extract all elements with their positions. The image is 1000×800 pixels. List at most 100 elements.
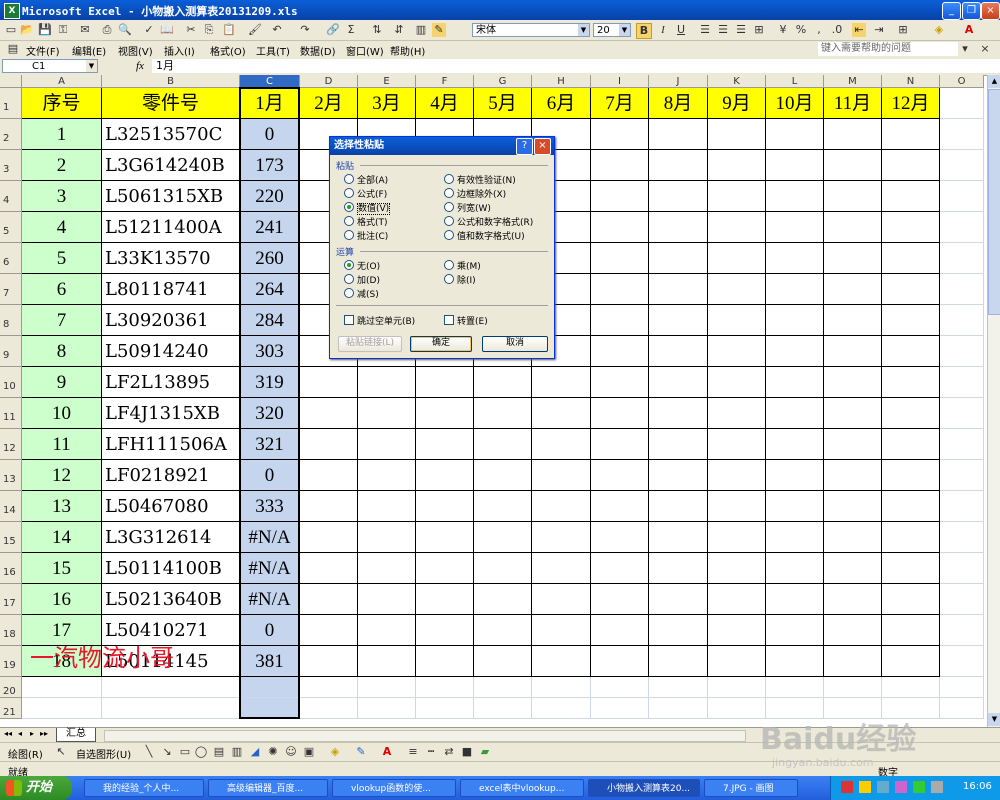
column-header-l[interactable]: L [766,75,824,88]
grid-cell[interactable] [102,677,240,698]
grid-cell[interactable] [102,698,240,719]
grid-cell[interactable] [591,698,649,719]
grid-cell[interactable] [358,553,416,584]
seq-cell[interactable]: 16 [22,584,102,615]
format-painter-icon[interactable]: 🖌 [248,23,262,37]
column-header-m[interactable]: M [824,75,882,88]
grid-cell[interactable] [940,553,984,584]
grid-cell[interactable] [766,677,824,698]
radio-paste-values[interactable]: 数值(V) [344,201,391,215]
grid-cell[interactable] [358,491,416,522]
grid-cell[interactable] [474,429,532,460]
column-header-g[interactable]: G [474,75,532,88]
header-cell[interactable]: 零件号 [102,88,240,119]
grid-cell[interactable] [708,460,766,491]
grid-cell[interactable] [940,522,984,553]
grid-cell[interactable] [882,243,940,274]
grid-cell[interactable] [591,274,649,305]
seq-cell[interactable]: 10 [22,398,102,429]
seq-cell[interactable]: 12 [22,460,102,491]
grid-cell[interactable] [649,367,708,398]
grid-cell[interactable] [649,615,708,646]
menu-format[interactable]: 格式(O) [210,43,246,58]
grid-cell[interactable] [708,212,766,243]
jan-value-cell[interactable]: #N/A [240,522,300,553]
grid-cell[interactable] [474,553,532,584]
grid-cell[interactable] [591,677,649,698]
grid-cell[interactable] [591,429,649,460]
sheet-tab-summary[interactable]: 汇总 [56,728,96,742]
grid-cell[interactable] [416,429,474,460]
save-icon[interactable]: 💾 [38,23,52,37]
ok-button[interactable]: 确定 [410,336,472,352]
grid-cell[interactable] [474,398,532,429]
grid-cell[interactable] [416,698,474,719]
print-preview-icon[interactable]: 🔍 [118,23,132,37]
last-sheet-icon[interactable]: ▸▸ [40,729,48,738]
task-item[interactable]: 我的经验_个人中... [84,779,204,797]
grid-cell[interactable] [649,212,708,243]
seq-cell[interactable]: 5 [22,243,102,274]
seq-cell[interactable]: 9 [22,367,102,398]
grid-cell[interactable] [824,522,882,553]
grid-cell[interactable] [824,615,882,646]
part-number-cell[interactable]: LF2L13895 [102,367,240,398]
grid-cell[interactable] [708,398,766,429]
grid-cell[interactable] [358,677,416,698]
grid-cell[interactable] [708,646,766,677]
row-header[interactable]: 14 [0,491,22,522]
radio-paste-formulas-number-formats[interactable]: 公式和数字格式(R) [444,215,533,228]
grid-cell[interactable] [766,615,824,646]
grid-cell[interactable] [882,491,940,522]
radio-paste-validation[interactable]: 有效性验证(N) [444,173,516,186]
borders-icon[interactable]: ⊞ [896,23,910,37]
increase-indent-icon[interactable]: ⇥ [872,23,886,37]
jan-value-cell[interactable]: 381 [240,646,300,677]
grid-cell[interactable] [649,305,708,336]
grid-cell[interactable] [649,584,708,615]
vertical-textbox-icon[interactable]: ▥ [230,745,244,759]
header-cell[interactable]: 1月 [240,88,300,119]
grid-cell[interactable] [766,646,824,677]
rectangle-icon[interactable]: ▭ [178,745,192,759]
part-number-cell[interactable]: L50467080 [102,491,240,522]
tray-app-icon[interactable] [913,781,925,793]
grid-cell[interactable] [940,398,984,429]
grid-cell[interactable] [882,584,940,615]
grid-cell[interactable] [882,522,940,553]
task-item[interactable]: vlookup函数的使... [332,779,456,797]
font-size-select[interactable]: 20 ▼ [593,23,631,37]
permission-icon[interactable]: ⚿ [56,23,70,37]
grid-cell[interactable] [824,584,882,615]
part-number-cell[interactable]: L51211400A [102,212,240,243]
grid-cell[interactable] [532,522,591,553]
column-header-f[interactable]: F [416,75,474,88]
grid-cell[interactable] [940,336,984,367]
seq-cell[interactable]: 4 [22,212,102,243]
grid-cell[interactable] [591,243,649,274]
grid-cell[interactable] [708,243,766,274]
grid-cell[interactable] [474,698,532,719]
close-workbook-icon[interactable]: × [978,42,992,56]
grid-cell[interactable] [708,698,766,719]
grid-cell[interactable] [882,305,940,336]
grid-cell[interactable] [649,119,708,150]
radio-paste-comments[interactable]: 批注(C) [344,229,388,242]
grid-cell[interactable] [824,212,882,243]
jan-value-cell[interactable]: 303 [240,336,300,367]
row-header[interactable]: 16 [0,553,22,584]
grid-cell[interactable] [766,336,824,367]
jan-value-cell[interactable]: 319 [240,367,300,398]
grid-cell[interactable] [300,367,358,398]
grid-cell[interactable] [824,677,882,698]
grid-cell[interactable] [708,336,766,367]
grid-cell[interactable] [766,522,824,553]
grid-cell[interactable] [22,677,102,698]
grid-cell[interactable] [416,615,474,646]
task-item[interactable]: 高级编辑器_百度... [208,779,328,797]
grid-cell[interactable] [649,646,708,677]
grid-cell[interactable] [591,181,649,212]
grid-cell[interactable] [940,677,984,698]
seq-cell[interactable]: 13 [22,491,102,522]
grid-cell[interactable] [882,212,940,243]
